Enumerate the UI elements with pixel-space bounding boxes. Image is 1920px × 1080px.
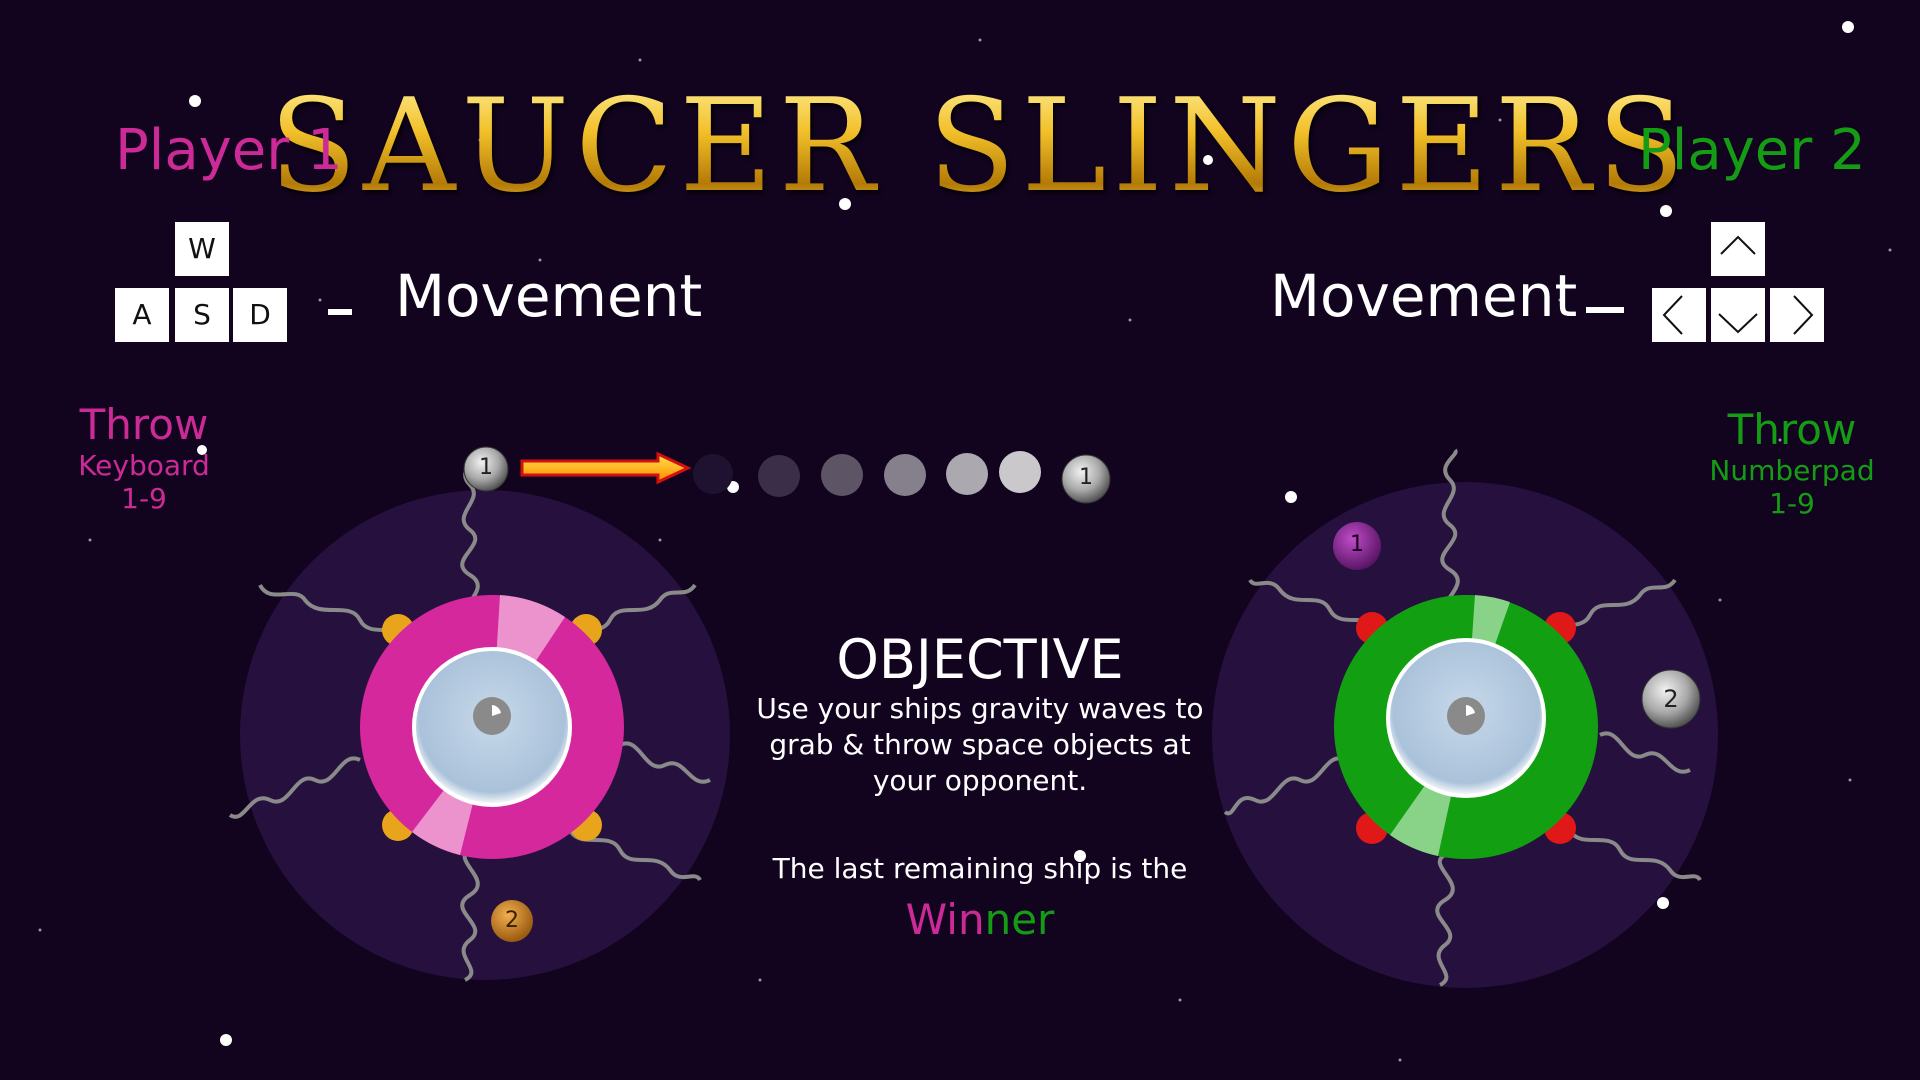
moon-object-1: 1	[462, 445, 510, 493]
objective-line-3: your opponent.	[872, 764, 1088, 797]
moon-object-2-label: 1	[1079, 465, 1093, 490]
throw-arrow-icon	[520, 451, 692, 485]
moon-object-2: 1	[1060, 453, 1112, 505]
winner-part-1: Win	[905, 895, 985, 944]
objective-panel: OBJECTIVE Use your ships gravity waves t…	[740, 628, 1220, 944]
moon-object-1-label: 1	[479, 455, 493, 480]
moon-object-3-label: 2	[1663, 685, 1679, 713]
player1-gravity-field	[228, 453, 730, 982]
winner-part-2: ner	[984, 895, 1055, 944]
throw-trajectory	[520, 451, 1041, 497]
objective-line-2: grab & throw space objects at	[769, 728, 1191, 761]
objective-heading: OBJECTIVE	[836, 628, 1124, 691]
purple-rock-object-label: 1	[1350, 532, 1364, 557]
moon-object-3: 2	[1640, 668, 1702, 730]
asteroid-object: 2	[489, 898, 535, 944]
objective-last-line: The last remaining ship is the	[772, 852, 1188, 885]
purple-rock-object: 1	[1331, 520, 1383, 572]
winner-text: Winner	[740, 895, 1220, 944]
objective-line-1: Use your ships gravity waves to	[756, 692, 1204, 725]
asteroid-object-label: 2	[505, 908, 519, 933]
